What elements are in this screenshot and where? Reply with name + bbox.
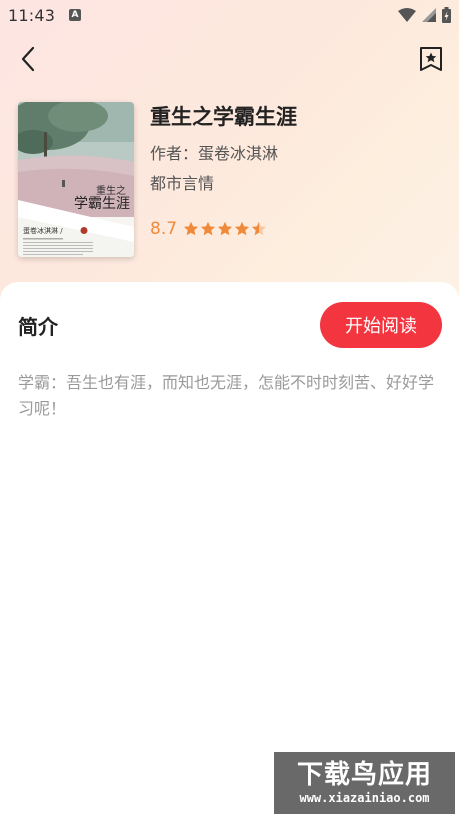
star-icon: [234, 221, 250, 236]
status-icons: [398, 5, 451, 25]
star-icon: [183, 221, 199, 236]
rating-score: 8.7: [150, 219, 178, 239]
cover-title-line2: 学霸生涯: [74, 196, 130, 212]
book-author: 作者：蛋卷冰淇淋: [150, 144, 279, 163]
book-detail-screen: 11:43 A 重生之 学霸生涯 蛋卷冰淇淋 / 重生之学霸生涯 作者：蛋卷冰淇…: [0, 0, 459, 817]
status-time: 11:43: [8, 6, 56, 25]
notification-a-icon: A: [69, 9, 81, 21]
back-button[interactable]: [14, 44, 42, 74]
intro-text: 学霸：吾生也有涯，而知也无涯，怎能不时时刻苦、好好学习呢！: [18, 373, 435, 418]
start-reading-button[interactable]: 开始阅读: [320, 302, 442, 348]
cover-author-caption: 蛋卷冰淇淋 /: [23, 226, 63, 235]
signal-icon: [422, 8, 436, 22]
watermark-main-text: 下载鸟应用: [296, 760, 432, 790]
battery-icon: [442, 7, 451, 23]
star-icon: [200, 221, 216, 236]
status-bar: 11:43 A: [0, 0, 459, 32]
content-sheet: [0, 282, 459, 817]
rating-stars: [183, 221, 267, 237]
bookmark-star-icon: [420, 47, 442, 71]
star-icon: [217, 221, 233, 236]
watermark-sub-text: www.xiazainiao.com: [299, 791, 430, 805]
bookmark-button[interactable]: [417, 44, 445, 74]
rating-row: 8.7: [150, 218, 267, 240]
watermark-logo: 下载鸟应用 www.xiazainiao.com: [274, 752, 455, 814]
intro-section-title: 简介: [18, 315, 58, 339]
book-category: 都市言情: [150, 174, 215, 193]
book-title: 重生之学霸生涯: [150, 105, 297, 129]
book-cover[interactable]: 重生之 学霸生涯 蛋卷冰淇淋 /: [18, 102, 134, 257]
wifi-icon: [398, 8, 416, 22]
star-icon: [251, 221, 267, 236]
chevron-left-icon: [21, 46, 35, 72]
book-cover-image: 重生之 学霸生涯 蛋卷冰淇淋 /: [18, 102, 134, 257]
